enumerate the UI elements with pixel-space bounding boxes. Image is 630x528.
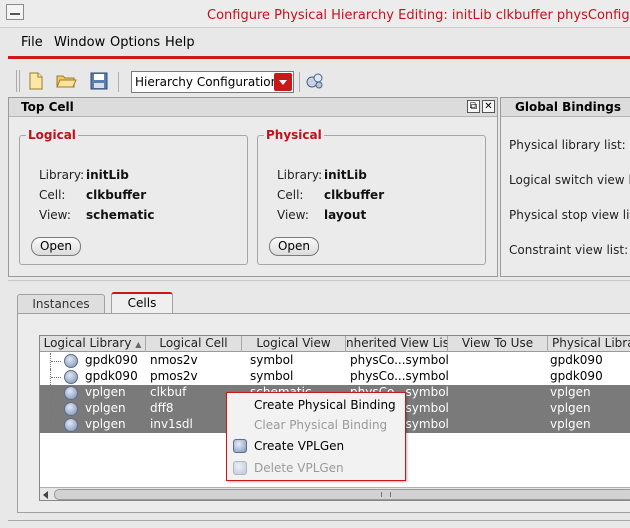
- row-logical-library: vplgen: [85, 417, 126, 431]
- scrollbar-grip: [381, 492, 391, 497]
- row-logical-cell: inv1sdl: [150, 417, 193, 431]
- logical-switch-view-label: Logical switch view li: [509, 173, 630, 187]
- tab-cells[interactable]: Cells: [111, 292, 173, 314]
- physical-view-label: View:: [277, 208, 309, 222]
- sort-ascending-icon: ▲: [135, 340, 142, 349]
- logical-open-button[interactable]: Open: [31, 237, 81, 256]
- close-icon[interactable]: ✕: [482, 100, 495, 113]
- menu-help[interactable]: Help: [165, 35, 195, 50]
- row-physical-library: gpdk090: [550, 369, 603, 383]
- physical-legend: Physical: [264, 128, 324, 142]
- cell-icon: [64, 370, 78, 384]
- title-bar: Configure Physical Hierarchy Editing: in…: [0, 0, 630, 28]
- chevron-down-icon[interactable]: [274, 73, 292, 91]
- cell-icon: [64, 418, 78, 432]
- logical-group: Logical Library: initLib Cell: clkbuffer…: [19, 128, 248, 265]
- horizontal-scrollbar[interactable]: [40, 487, 630, 500]
- physical-open-button[interactable]: Open: [269, 237, 319, 256]
- global-bindings-title: Global Bindings: [515, 100, 621, 114]
- row-logical-library: gpdk090: [85, 369, 138, 383]
- table-row[interactable]: gpdk090 pmos2v symbol physCo...symbol gp…: [40, 369, 630, 385]
- row-physical-library: gpdk090: [550, 353, 603, 367]
- menu-options[interactable]: Options: [110, 35, 160, 50]
- table-row[interactable]: gpdk090 nmos2v symbol physCo...symbol gp…: [40, 353, 630, 369]
- physical-library-value: initLib: [324, 168, 367, 182]
- row-logical-cell: dff8: [150, 401, 174, 415]
- window-menu-icon[interactable]: [6, 4, 24, 20]
- menu-bar: File Window Options Help: [8, 29, 630, 59]
- scrollbar-thumb[interactable]: [54, 489, 630, 500]
- global-bindings-header: Global Bindings: [501, 98, 630, 117]
- column-header-inherited-view-list[interactable]: nherited View Lis: [346, 336, 448, 352]
- row-logical-view: symbol: [250, 369, 294, 383]
- row-logical-library: gpdk090: [85, 353, 138, 367]
- physical-cell-value: clkbuffer: [324, 188, 385, 202]
- toolbar-grip[interactable]: [16, 70, 20, 92]
- global-bindings-panel: Global Bindings Physical library list: L…: [500, 97, 630, 277]
- physical-library-list-label: Physical library list:: [509, 138, 626, 152]
- row-logical-cell: pmos2v: [150, 369, 198, 383]
- settings-icon[interactable]: [304, 70, 326, 92]
- top-cell-title: Top Cell: [21, 100, 74, 114]
- menu-window[interactable]: Window: [54, 35, 105, 50]
- table-header: Logical Library ▲ Logical Cell Logical V…: [40, 336, 630, 352]
- logical-cell-value: clkbuffer: [86, 188, 147, 202]
- window-title: Configure Physical Hierarchy Editing: in…: [207, 8, 630, 23]
- menu-delete-vplgen: Delete VPLGen: [227, 458, 405, 478]
- row-inherited-view-list: physCo...symbol: [350, 353, 449, 367]
- column-header-physical-library[interactable]: Physical Libra: [548, 336, 630, 352]
- menu-clear-physical-binding: Clear Physical Binding: [254, 418, 388, 432]
- logical-library-label: Library:: [39, 168, 85, 182]
- logical-library-value: initLib: [86, 168, 129, 182]
- new-icon[interactable]: [25, 70, 47, 92]
- column-header-logical-view[interactable]: Logical View: [242, 336, 346, 352]
- menu-file[interactable]: File: [21, 35, 43, 50]
- toolbar: Hierarchy Configuration: [8, 62, 630, 98]
- physical-view-value: layout: [324, 208, 367, 222]
- cell-icon: [64, 354, 78, 368]
- vplgen-icon: [233, 461, 247, 475]
- menu-create-physical-binding[interactable]: Create Physical Binding: [227, 395, 405, 415]
- row-physical-library: vplgen: [550, 385, 591, 399]
- physical-cell-label: Cell:: [277, 188, 304, 202]
- row-physical-library: vplgen: [550, 417, 591, 431]
- context-menu: Create Physical Binding Clear Physical B…: [226, 392, 406, 481]
- hierarchy-config-select[interactable]: Hierarchy Configuration: [131, 71, 294, 93]
- logical-legend: Logical: [26, 128, 78, 142]
- cell-icon: [64, 386, 78, 400]
- row-logical-library: vplgen: [85, 385, 126, 399]
- physical-library-label: Library:: [277, 168, 323, 182]
- hierarchy-config-select-value: Hierarchy Configuration: [135, 75, 279, 89]
- logical-view-value: schematic: [86, 208, 155, 222]
- top-cell-header: Top Cell ⧉ ✕: [9, 98, 497, 117]
- row-logical-cell: nmos2v: [150, 353, 198, 367]
- top-cell-panel: Top Cell ⧉ ✕ Logical Library: initLib Ce…: [8, 97, 498, 277]
- save-icon[interactable]: [88, 70, 110, 92]
- row-logical-view: symbol: [250, 353, 294, 367]
- row-physical-library: vplgen: [550, 401, 591, 415]
- status-strip: [8, 520, 630, 528]
- scroll-left-icon[interactable]: [41, 489, 52, 500]
- logical-view-label: View:: [39, 208, 71, 222]
- menu-create-vplgen[interactable]: Create VPLGen: [227, 436, 405, 456]
- row-inherited-view-list: physCo...symbol: [350, 369, 449, 383]
- column-header-logical-library[interactable]: Logical Library ▲: [40, 336, 146, 352]
- tab-instances[interactable]: Instances: [17, 294, 105, 314]
- constraint-view-list-label: Constraint view list:: [509, 243, 629, 257]
- row-logical-cell: clkbuf: [150, 385, 187, 399]
- column-header-logical-cell[interactable]: Logical Cell: [146, 336, 242, 352]
- logical-cell-label: Cell:: [39, 188, 66, 202]
- column-header-view-to-use[interactable]: View To Use: [448, 336, 548, 352]
- open-folder-icon[interactable]: [55, 70, 77, 92]
- vplgen-icon: [233, 439, 247, 453]
- physical-group: Physical Library: initLib Cell: clkbuffe…: [257, 128, 486, 265]
- undock-icon[interactable]: ⧉: [467, 100, 480, 113]
- physical-stop-view-label: Physical stop view lis: [509, 208, 630, 222]
- row-logical-library: vplgen: [85, 401, 126, 415]
- cell-icon: [64, 402, 78, 416]
